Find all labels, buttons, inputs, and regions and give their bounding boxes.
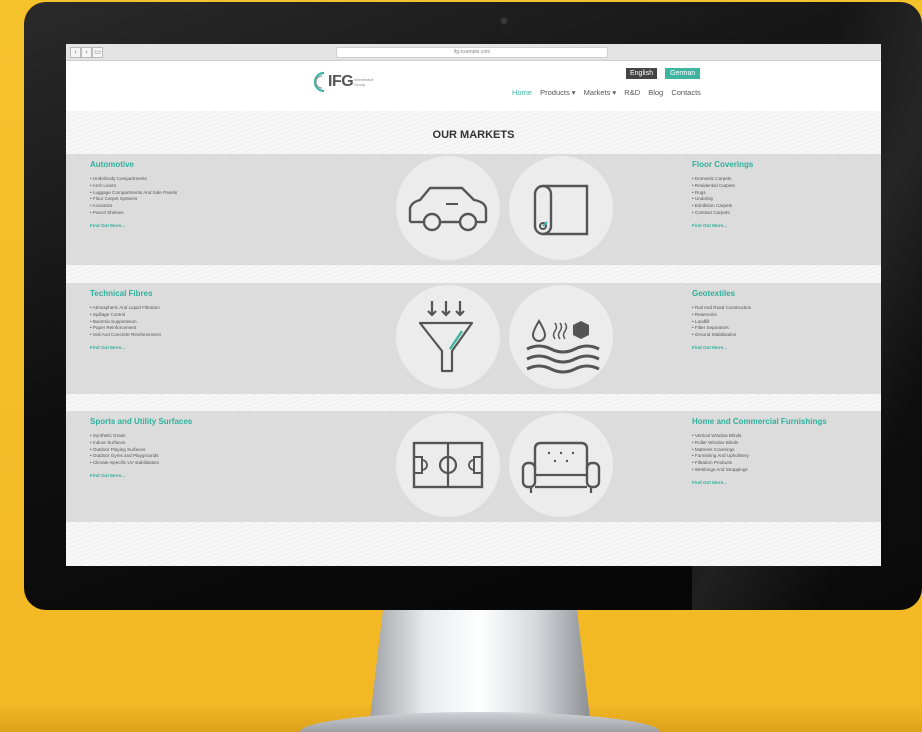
list-item: Underbody Compartments xyxy=(90,176,330,183)
list-item: Parcel Shelves xyxy=(90,210,330,217)
language-german-button[interactable]: German xyxy=(665,68,701,79)
market-list: Underbody Compartments Arch Liners Lugga… xyxy=(90,176,330,217)
find-out-more-link[interactable]: Find Out More... xyxy=(692,223,872,228)
market-list: Domestic Carpets Residential Carpets Rug… xyxy=(692,176,872,217)
sofa-icon[interactable] xyxy=(509,413,613,517)
nav-blog[interactable]: Blog xyxy=(648,88,663,97)
market-list: Vertical Window Blinds Roller Window Bli… xyxy=(692,433,872,474)
list-item: Contract Carpets xyxy=(692,210,872,217)
market-sports-surfaces: Sports and Utility Surfaces Synthetic Gr… xyxy=(90,417,330,478)
site-header: IFG Interweave Group English German Home… xyxy=(66,61,881,111)
markets-section: OUR MARKETS Automotive Underbody Compart… xyxy=(66,111,881,566)
nav-rnd[interactable]: R&D xyxy=(624,88,640,97)
list-item: Arch Liners xyxy=(90,183,330,190)
list-item: Ground Stabilisation xyxy=(692,332,872,339)
browser-window: ‹ › ▭ ifg.example.com IFG Interweave Gro… xyxy=(66,44,881,566)
market-title[interactable]: Sports and Utility Surfaces xyxy=(90,417,330,426)
list-item: Domestic Carpets xyxy=(692,176,872,183)
find-out-more-link[interactable]: Find Out More... xyxy=(90,223,330,228)
market-title[interactable]: Floor Coverings xyxy=(692,160,872,169)
nav-contacts[interactable]: Contacts xyxy=(671,88,701,97)
market-band-2: Technical Fibres Atmospheric And Liquid … xyxy=(66,283,881,394)
list-item: Climate-Specific UV stabilisation xyxy=(90,460,330,467)
market-technical-fibres: Technical Fibres Atmospheric And Liquid … xyxy=(90,289,330,350)
address-bar[interactable]: ifg.example.com xyxy=(336,47,608,58)
list-item: Filter Separators xyxy=(692,325,872,332)
market-title[interactable]: Home and Commercial Furnishings xyxy=(692,417,872,426)
list-item: Landfill xyxy=(692,319,872,326)
find-out-more-link[interactable]: Find Out More... xyxy=(90,473,330,478)
list-item: Webbings And Strappings xyxy=(692,467,872,474)
list-item: Bacteria Suppression xyxy=(90,319,330,326)
geotextile-layers-icon[interactable] xyxy=(509,285,613,389)
market-floor-coverings: Floor Coverings Domestic Carpets Residen… xyxy=(692,160,872,228)
list-item: Rugs xyxy=(692,190,872,197)
main-navigation: Home Products ▾ Markets ▾ R&D Blog Conta… xyxy=(512,88,707,97)
carpet-roll-icon[interactable] xyxy=(509,156,613,260)
car-icon[interactable] xyxy=(396,156,500,260)
list-item: Vertical Window Blinds xyxy=(692,433,872,440)
forward-icon[interactable]: › xyxy=(81,47,92,58)
market-title[interactable]: Technical Fibres xyxy=(90,289,330,298)
market-title[interactable]: Geotextiles xyxy=(692,289,872,298)
list-item: Synthetic Grass xyxy=(90,433,330,440)
list-item: Mattress Coverings xyxy=(692,447,872,454)
nav-home[interactable]: Home xyxy=(512,88,532,97)
list-item: Furnishing And Upholstery xyxy=(692,453,872,460)
find-out-more-link[interactable]: Find Out More... xyxy=(692,345,872,350)
find-out-more-link[interactable]: Find Out More... xyxy=(90,345,330,350)
logo-text: IFG xyxy=(328,73,354,90)
nav-products[interactable]: Products ▾ xyxy=(540,88,575,97)
market-list: Atmospheric And Liquid Filtration Spilla… xyxy=(90,305,330,339)
market-automotive: Automotive Underbody Compartments Arch L… xyxy=(90,160,330,228)
monitor-stand xyxy=(370,608,590,718)
list-item: Reservoirs xyxy=(692,312,872,319)
logo-subtitle: Interweave Group xyxy=(354,77,374,87)
list-item: Exhibition Carpets xyxy=(692,203,872,210)
list-item: Roller Window Blinds xyxy=(692,440,872,447)
list-item: Underlay xyxy=(692,196,872,203)
sidebar-icon[interactable]: ▭ xyxy=(92,47,103,58)
list-item: Acoustics xyxy=(90,203,330,210)
list-item: Soil And Concrete Reinforcement xyxy=(90,332,330,339)
list-item: Indoor Surfaces xyxy=(90,440,330,447)
page-title: OUR MARKETS xyxy=(432,129,515,141)
language-english-button[interactable]: English xyxy=(626,68,657,79)
list-item: Floor Carpet Systems xyxy=(90,196,330,203)
list-item: Atmospheric And Liquid Filtration xyxy=(90,305,330,312)
browser-toolbar: ‹ › ▭ ifg.example.com xyxy=(66,44,881,61)
list-item: Residential Carpets xyxy=(692,183,872,190)
filter-funnel-icon[interactable] xyxy=(396,285,500,389)
market-list: Rail And Road Construction Reservoirs La… xyxy=(692,305,872,339)
find-out-more-link[interactable]: Find Out More... xyxy=(692,480,872,485)
nav-markets[interactable]: Markets ▾ xyxy=(584,88,617,97)
list-item: Spillage Control xyxy=(90,312,330,319)
market-list: Synthetic Grass Indoor Surfaces Outdoor … xyxy=(90,433,330,467)
list-item: Outdoor Playing Surfaces xyxy=(90,447,330,454)
back-icon[interactable]: ‹ xyxy=(70,47,81,58)
market-geotextiles: Geotextiles Rail And Road Construction R… xyxy=(692,289,872,350)
market-title[interactable]: Automotive xyxy=(90,160,330,169)
list-item: Filtration Products xyxy=(692,460,872,467)
list-item: Paper Reinforcement xyxy=(90,325,330,332)
market-band-3: Sports and Utility Surfaces Synthetic Gr… xyxy=(66,411,881,522)
football-pitch-icon[interactable] xyxy=(396,413,500,517)
camera-icon xyxy=(500,17,508,25)
list-item: Rail And Road Construction xyxy=(692,305,872,312)
market-home-furnishings: Home and Commercial Furnishings Vertical… xyxy=(692,417,872,485)
market-band-1: Automotive Underbody Compartments Arch L… xyxy=(66,154,881,265)
list-item: Outdoor Gyms and Playgrounds xyxy=(90,453,330,460)
list-item: Luggage Compartments And Side Panels xyxy=(90,190,330,197)
